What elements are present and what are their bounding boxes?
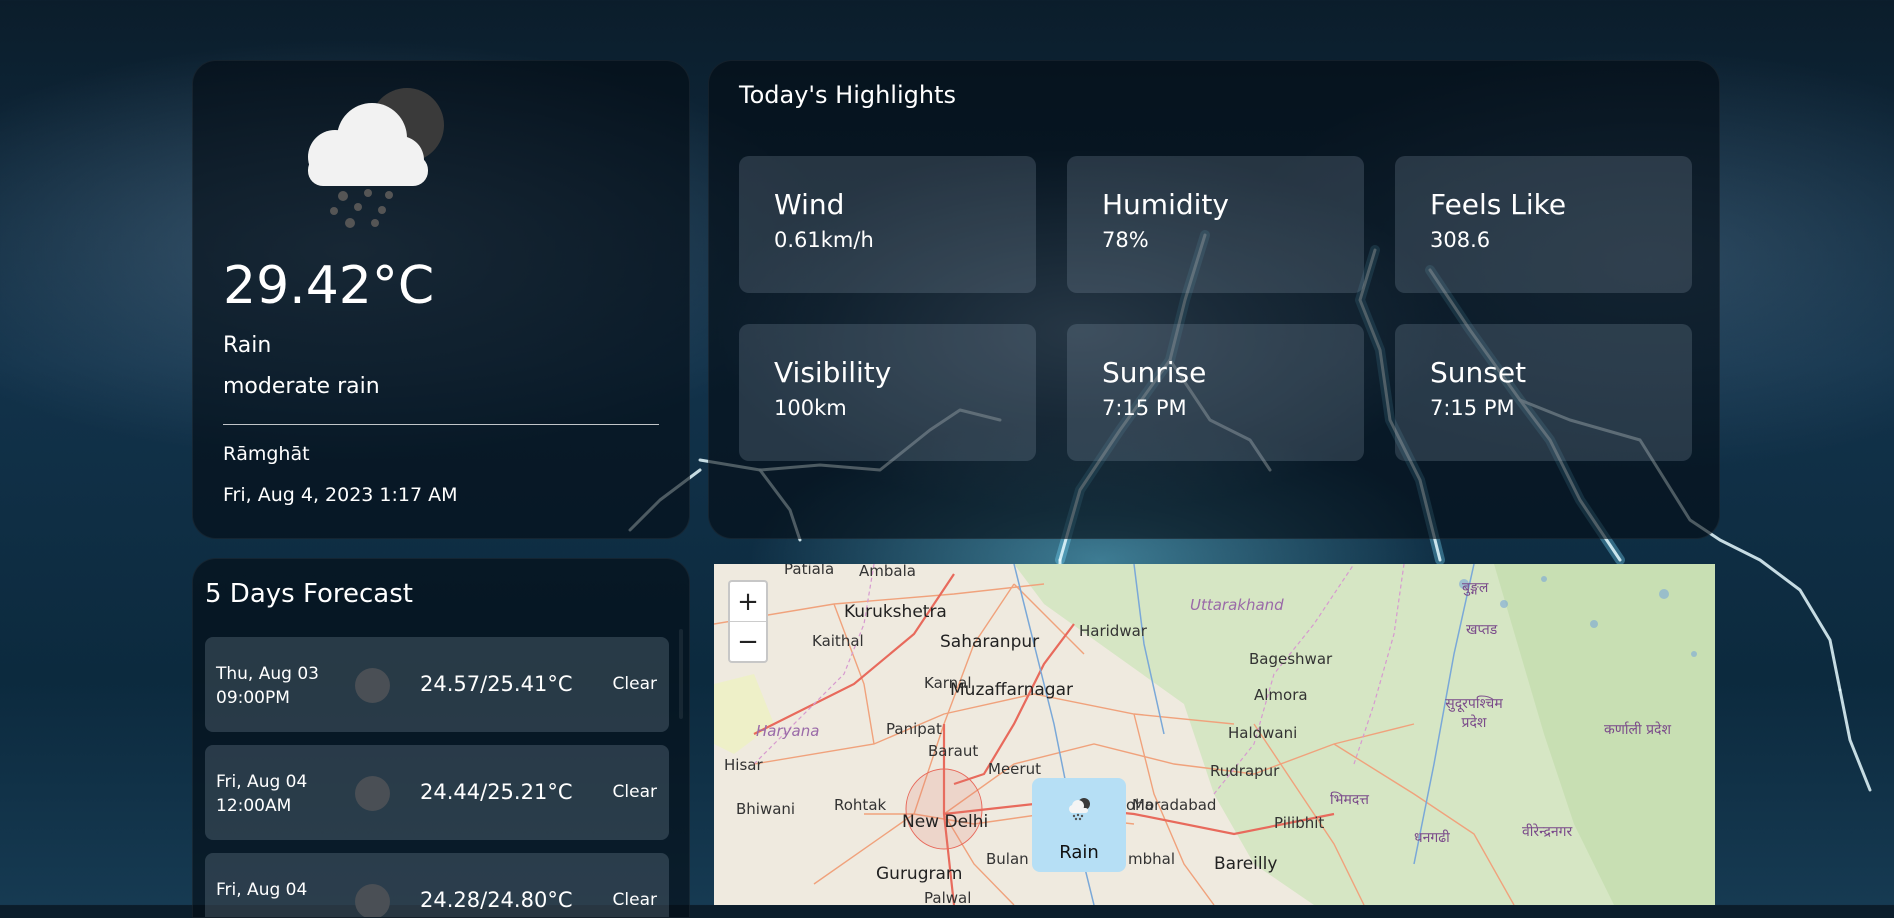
map-label: Bulan — [986, 850, 1029, 868]
feels-like-card: Feels Like 308.6 — [1395, 156, 1692, 293]
current-condition: Rain — [223, 333, 272, 358]
card-value: 308.6 — [1430, 227, 1491, 252]
weather-map[interactable]: Patiala Ambala Kurukshetra Kaithal Sahar… — [714, 564, 1715, 905]
weather-icon — [355, 884, 390, 917]
forecast-datetime: Thu, Aug 03 09:00PM — [216, 662, 319, 710]
highlights-panel: Today's Highlights Wind 0.61km/h Humidit… — [708, 60, 1720, 539]
forecast-datetime: Fri, Aug 04 — [216, 878, 307, 902]
map-label: Haryana — [756, 722, 820, 740]
map-label: Rohtak — [834, 796, 887, 814]
forecast-date: Thu, Aug 03 — [216, 664, 319, 684]
divider — [223, 424, 659, 425]
forecast-title: 5 Days Forecast — [205, 579, 413, 609]
card-value: 7:15 PM — [1102, 395, 1187, 420]
forecast-time: 12:00AM — [216, 796, 292, 816]
forecast-condition: Clear — [612, 782, 657, 802]
visibility-card: Visibility 100km — [739, 324, 1036, 461]
map-label: सुदूरपश्चिम प्रदेश — [1445, 696, 1503, 731]
map-label: Patiala — [784, 564, 835, 578]
card-value: 7:15 PM — [1430, 395, 1515, 420]
map-label: mbhal — [1128, 850, 1175, 868]
map-label: Rudrapur — [1210, 762, 1280, 780]
forecast-row: Fri, Aug 04 12:00AM 24.44/25.21°C Clear — [205, 745, 669, 840]
forecast-temperature: 24.57/25.41°C — [420, 672, 573, 696]
rain-cloud-night-icon — [290, 80, 460, 240]
highlights-title: Today's Highlights — [739, 81, 956, 109]
weather-icon — [355, 668, 390, 703]
zoom-out-button[interactable]: − — [730, 622, 766, 661]
forecast-datetime: Fri, Aug 04 12:00AM — [216, 770, 307, 818]
map-label: Baraut — [928, 742, 979, 760]
forecast-temperature: 24.44/25.21°C — [420, 780, 573, 804]
zoom-in-button[interactable]: + — [730, 582, 766, 622]
forecast-date: Fri, Aug 04 — [216, 880, 308, 900]
forecast-row: Thu, Aug 03 09:00PM 24.57/25.41°C Clear — [205, 637, 669, 732]
map-label: वीरेन्द्रनगर — [1522, 824, 1573, 840]
map-label: Kaithal — [812, 632, 864, 650]
forecast-condition: Clear — [612, 674, 657, 694]
sunrise-card: Sunrise 7:15 PM — [1067, 324, 1364, 461]
card-label: Feels Like — [1430, 188, 1567, 221]
map-label: Ambala — [859, 564, 916, 580]
location-name: Rāmghāt — [223, 443, 310, 465]
map-label: कर्णाली प्रदेश — [1604, 722, 1671, 738]
map-label: धनगढी — [1414, 830, 1450, 846]
map-label: Bareilly — [1214, 854, 1278, 874]
zoom-control: + − — [728, 580, 768, 663]
map-label: Almora — [1254, 686, 1308, 704]
card-label: Humidity — [1102, 188, 1229, 221]
map-label: Haridwar — [1079, 622, 1147, 640]
sunset-card: Sunset 7:15 PM — [1395, 324, 1692, 461]
map-label: Saharanpur — [940, 632, 1040, 652]
map-label: Palwal — [924, 889, 972, 905]
card-value: 100km — [774, 395, 847, 420]
card-label: Wind — [774, 188, 845, 221]
map-label: oha — [1126, 796, 1154, 814]
card-value: 0.61km/h — [774, 227, 874, 252]
current-description: moderate rain — [223, 374, 380, 399]
forecast-row: Fri, Aug 04 24.28/24.80°C Clear — [205, 853, 669, 917]
map-label: Panipat — [886, 720, 942, 738]
forecast-date: Fri, Aug 04 — [216, 772, 308, 792]
card-label: Sunrise — [1102, 356, 1207, 389]
map-label: खप्तड — [1466, 622, 1498, 638]
card-label: Sunset — [1430, 356, 1527, 389]
map-label: Haldwani — [1228, 724, 1298, 742]
map-label: Pilibhit — [1274, 814, 1325, 832]
map-label: Uttarakhand — [1190, 596, 1284, 614]
card-value: 78% — [1102, 227, 1149, 252]
map-label: Hisar — [724, 756, 763, 774]
forecast-panel[interactable]: 5 Days Forecast Thu, Aug 03 09:00PM 24.5… — [192, 558, 690, 918]
card-label: Visibility — [774, 356, 892, 389]
forecast-scrollbar[interactable] — [679, 629, 683, 719]
current-temperature: 29.42°C — [223, 256, 435, 316]
map-label: भिमदत्त — [1330, 792, 1369, 808]
marker-label: Rain — [1059, 842, 1099, 863]
forecast-temperature: 24.28/24.80°C — [420, 888, 573, 912]
forecast-condition: Clear — [612, 890, 657, 910]
map-label: New Delhi — [902, 812, 989, 832]
weather-icon — [355, 776, 390, 811]
forecast-time: 09:00PM — [216, 688, 290, 708]
current-datetime: Fri, Aug 4, 2023 1:17 AM — [223, 484, 458, 506]
map-label: Gurugram — [876, 864, 963, 884]
wind-card: Wind 0.61km/h — [739, 156, 1036, 293]
map-label: Bhiwani — [736, 800, 796, 818]
map-label: Kurukshetra — [844, 602, 947, 622]
map-label: बुङ्गल — [1462, 580, 1489, 596]
map-label: Muzaffarnagar — [950, 680, 1073, 700]
map-label: Meerut — [988, 760, 1041, 778]
map-label: Bageshwar — [1249, 650, 1333, 668]
humidity-card: Humidity 78% — [1067, 156, 1364, 293]
weather-marker[interactable]: Rain — [1032, 778, 1126, 872]
